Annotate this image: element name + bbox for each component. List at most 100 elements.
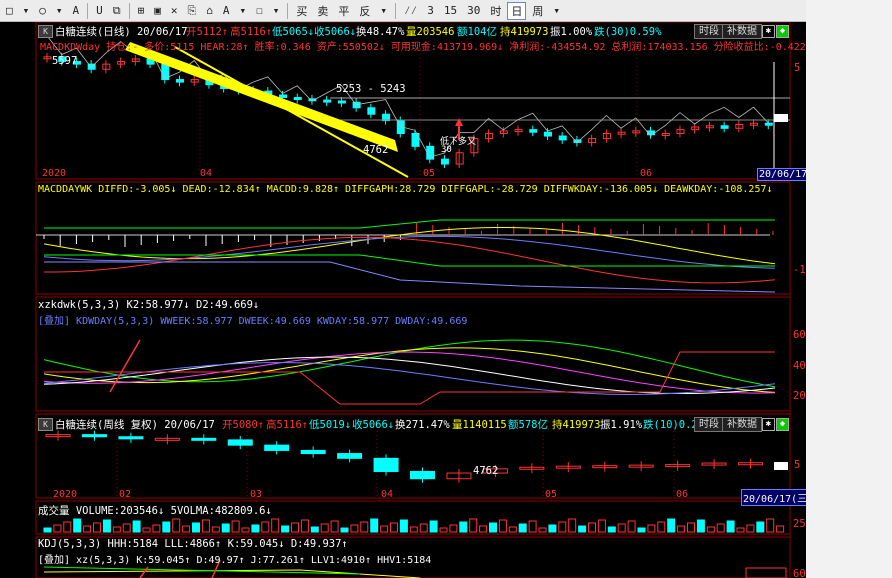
weekly-date-tag: 20/06/17(三) [741,489,806,506]
volume-bar [300,519,309,533]
volume-bar [637,527,646,533]
period-15-button[interactable]: 15 [440,2,461,20]
duplicate-tool-button[interactable]: ⎘ [183,2,200,20]
weekly-x-03: 03 [250,489,263,500]
volume-bar [152,524,161,533]
weekly-x-06: 06 [676,489,689,500]
circle-tool-menu-button[interactable]: ▾ [52,2,67,20]
daily-candle [558,135,567,141]
kdj-scale-60: 60 [793,568,806,578]
kdj-annotation-arrow-1 [139,566,149,578]
font-color-menu-button[interactable]: ▾ [236,2,251,20]
volume-bar [548,524,557,533]
weekly-candle [300,449,326,455]
volume-bar [726,520,735,533]
weekly-price-scale: 5 [794,459,801,471]
save-tool-menu-button[interactable]: ▾ [269,2,284,20]
period-hour-button[interactable]: 时 [486,2,505,20]
volume-bar [310,526,319,533]
volume-bar [568,518,577,533]
volume-bar [716,523,725,533]
volume-bar [330,520,339,533]
weekly-candle [81,434,107,438]
period-day-button[interactable]: 日 [507,1,527,20]
weekly-oi: 持419973 [552,419,601,431]
sell-button[interactable]: 卖 [313,2,332,20]
weekly-candle [410,470,435,480]
main-amount: 额104亿 [457,26,497,38]
layout-tool-button[interactable]: ⊞ [134,2,149,20]
volume-bar [696,519,705,533]
reverse-menu-button[interactable]: ▾ [376,2,391,20]
buy-button[interactable]: 买 [292,2,311,20]
lock-tool-button[interactable]: ⌂ [202,2,217,20]
volume-bar [647,524,656,533]
volume-bar [677,525,686,533]
period-menu-button[interactable]: ▾ [549,2,564,20]
volume-bar [63,521,72,533]
volume-bar [687,522,695,533]
volume-bar [508,526,517,533]
weekly-candle [227,439,253,446]
kd-d2-line [43,347,776,393]
volume-bar [241,527,250,533]
x-label-05: 05 [423,168,436,179]
daily-candle [720,125,729,129]
rect-tool-button[interactable]: □ [2,2,17,20]
save-tool-button[interactable]: ☐ [252,2,267,20]
weekly-x-02: 02 [119,489,132,500]
chart-area[interactable]: K 白糖连续(日线) 20/06/17 开5112↑ 高5116↑ 低5065↓… [0,22,806,578]
font-color-button[interactable]: A [219,2,234,20]
weekly-expand-icon[interactable]: ◆ [776,418,789,431]
expand-icon[interactable]: ◆ [776,25,789,38]
volume-bar [112,526,121,533]
reverse-position-button[interactable]: 反 [355,2,374,20]
magnet-tool-button[interactable]: U [92,2,107,20]
main-low: 低5065↓ [272,26,315,38]
label-signal-count: 30 [441,145,452,155]
period-30-button[interactable]: 30 [463,2,484,20]
volume-bar [479,525,488,533]
weekly-high: 高5116↑ [266,419,309,431]
volume-bar [83,525,92,533]
volume-bar [251,524,260,533]
weekly-k-toggle-icon[interactable]: K [38,418,53,431]
right-blank-area [806,0,892,578]
settings-gear-icon[interactable]: ✱ [762,25,775,38]
supplement-data-button[interactable]: 补数据 [722,24,762,39]
weekly-x-2020: 2020 [53,489,78,500]
volume-bar [706,526,715,533]
volume-bar [231,520,240,533]
period-week-button[interactable]: 周 [528,2,547,20]
daily-candle [337,100,346,104]
kd-indicator-line: xzkdwk(5,3,3) K2:58.977↓ D2:49.669↓ [38,299,260,311]
weekly-open: 开5080↑ [222,419,265,431]
time-period-button[interactable]: 时段 [694,24,724,39]
signal-arrow-head [455,118,463,126]
weekly-supplement-data-button[interactable]: 补数据 [722,417,762,432]
volume-bar [489,522,497,533]
volume-bar [340,527,349,533]
volume-bar [409,526,418,533]
x-label-04: 04 [200,168,213,179]
copy-tool-button[interactable]: ⧉ [109,2,125,20]
fill-tool-button[interactable]: ▣ [150,2,165,20]
kd-scale-60: 60 [793,329,806,341]
x-label-06: 06 [640,168,653,179]
close-position-button[interactable]: 平 [334,2,353,20]
weekly-settings-gear-icon[interactable]: ✱ [762,418,775,431]
line-tool-button[interactable]: ⁄⁄ [400,2,421,20]
weekly-volume: 量1140115 [452,419,507,431]
weekly-candle [337,453,363,459]
volume-bar [271,518,280,533]
rect-tool-menu-button[interactable]: ▾ [19,2,34,20]
k-toggle-icon[interactable]: K [38,25,53,38]
delete-tool-button[interactable]: ✕ [167,2,182,20]
volume-bar [122,523,131,533]
volume-bar [182,525,191,533]
circle-tool-button[interactable]: ○ [35,2,50,20]
weekly-time-period-button[interactable]: 时段 [694,417,724,432]
text-tool-button[interactable]: A [69,2,84,20]
volume-bar [211,526,220,533]
period-3-button[interactable]: 3 [423,2,438,20]
